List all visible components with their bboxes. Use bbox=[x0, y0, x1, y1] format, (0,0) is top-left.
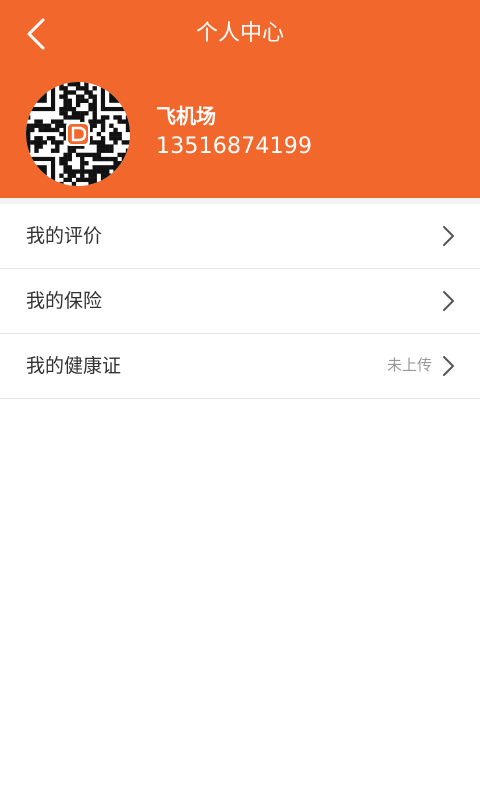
avatar[interactable] bbox=[26, 82, 130, 186]
profile-header: 个人中心 飞机场 13516874199 bbox=[0, 0, 480, 198]
menu-item-label: 我的保险 bbox=[26, 290, 103, 312]
profile-menu: 我的评价 我的保险 我的健康证 未上传 bbox=[0, 204, 480, 399]
user-phone: 13516874199 bbox=[156, 134, 313, 159]
chevron-right-icon bbox=[443, 291, 454, 311]
user-name: 飞机场 bbox=[156, 104, 216, 128]
menu-item-health-certificate[interactable]: 我的健康证 未上传 bbox=[0, 334, 480, 399]
page-title: 个人中心 bbox=[195, 21, 284, 46]
menu-item-insurance[interactable]: 我的保险 bbox=[0, 269, 480, 334]
menu-item-label: 我的健康证 bbox=[26, 355, 122, 377]
qr-code-avatar-image bbox=[26, 82, 130, 186]
menu-item-reviews[interactable]: 我的评价 bbox=[0, 204, 480, 269]
chevron-right-icon bbox=[443, 226, 454, 246]
health-certificate-status: 未上传 bbox=[386, 356, 432, 374]
menu-item-label: 我的评价 bbox=[26, 225, 103, 247]
chevron-right-icon bbox=[443, 356, 454, 376]
